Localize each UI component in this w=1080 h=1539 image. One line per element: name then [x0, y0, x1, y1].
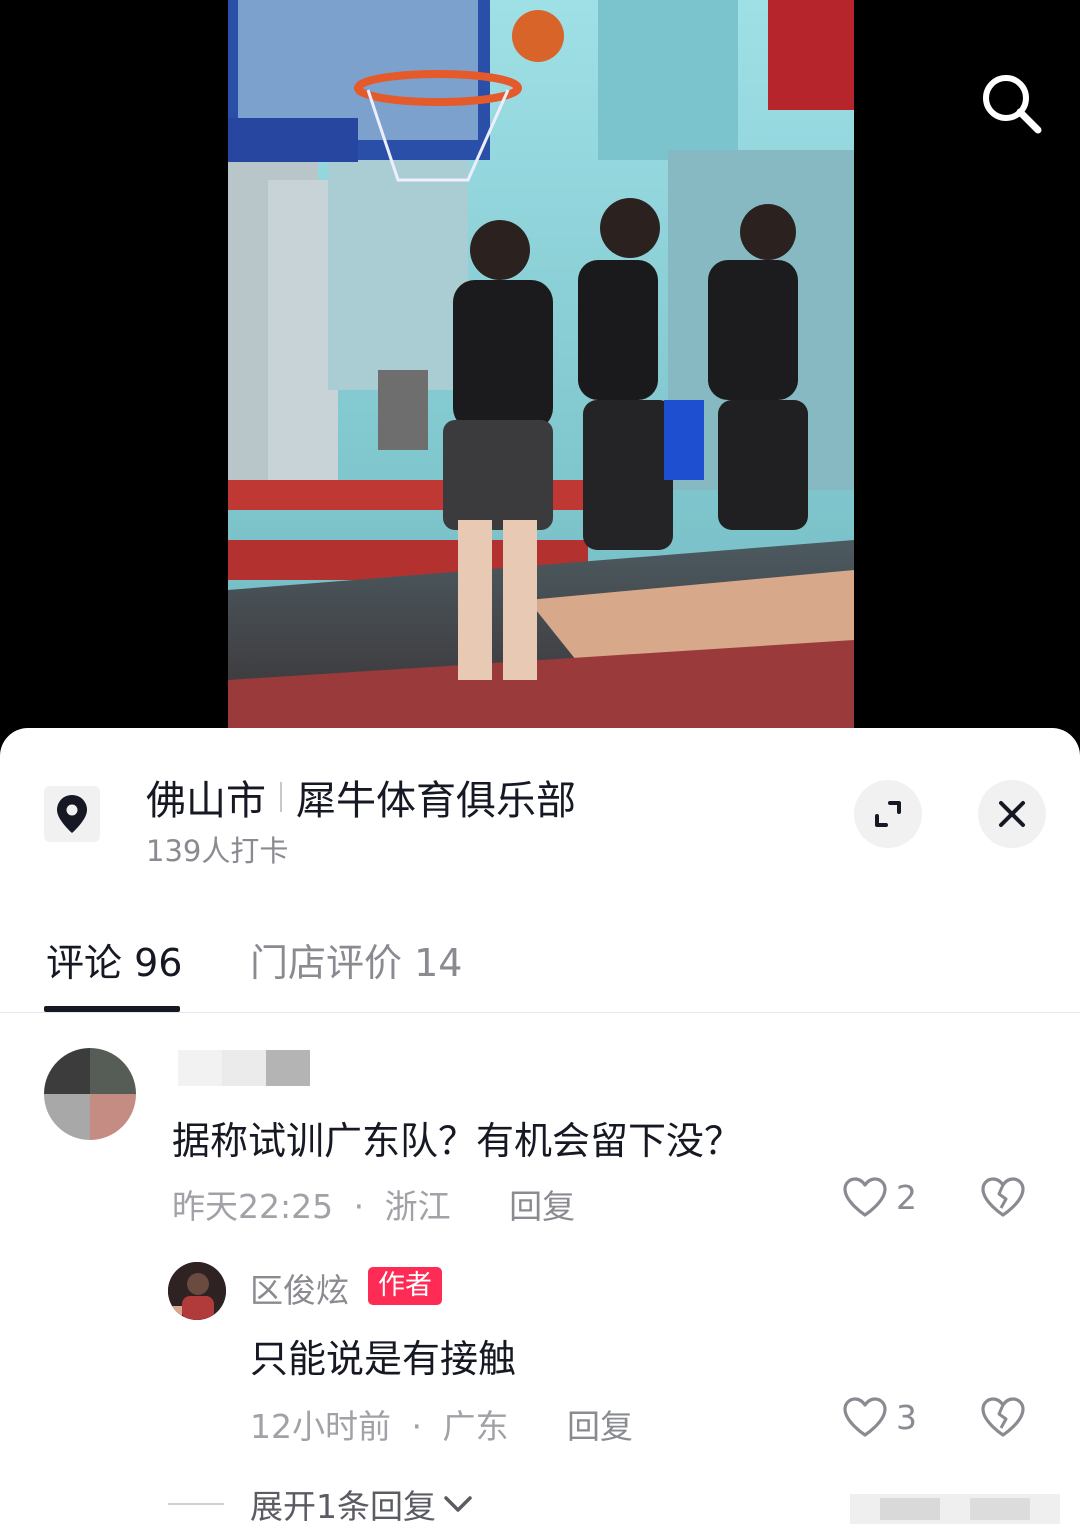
like-button[interactable]: 3 — [842, 1396, 917, 1438]
blurred-username-image — [178, 1050, 310, 1086]
tabs-divider — [0, 1012, 1080, 1013]
expand-icon — [875, 801, 901, 827]
video-frame[interactable] — [228, 0, 854, 728]
expand-line — [168, 1503, 224, 1505]
avatar-pixel — [90, 1048, 136, 1094]
watermark-blur — [850, 1488, 1060, 1528]
broken-heart-icon — [981, 1177, 1025, 1217]
avatar-pixel — [44, 1094, 90, 1140]
meta-dot: · — [411, 1407, 423, 1446]
author-avatar[interactable] — [168, 1262, 226, 1320]
tab-comments[interactable]: 评论 96 — [46, 932, 182, 987]
close-sheet-button[interactable] — [978, 780, 1046, 848]
location-checkins: 139人打卡 — [146, 834, 289, 868]
location-pin-icon — [57, 795, 87, 833]
author-badge: 作者 — [368, 1267, 442, 1305]
video-player[interactable] — [0, 0, 1080, 760]
comment-region: 浙江 — [384, 1187, 451, 1226]
dislike-button[interactable] — [980, 1396, 1026, 1442]
reply-text: 只能说是有接触 — [250, 1337, 517, 1381]
search-icon — [983, 75, 1042, 134]
like-count: 3 — [896, 1397, 917, 1437]
search-button[interactable] — [978, 70, 1044, 136]
meta-dot: · — [353, 1187, 365, 1226]
dislike-button[interactable] — [980, 1176, 1026, 1222]
author-avatar-image — [168, 1262, 226, 1320]
chevron-down-icon — [444, 1496, 472, 1512]
like-button[interactable]: 2 — [842, 1176, 917, 1218]
heart-icon — [843, 1177, 887, 1217]
reply-button[interactable]: 回复 — [567, 1407, 633, 1446]
comment-tabs: 评论 96 门店评价 14 — [0, 928, 1080, 1012]
like-count: 2 — [896, 1177, 917, 1217]
broken-heart-icon — [981, 1397, 1025, 1437]
comment-text: 据称试训广东队？有机会留下没？ — [172, 1119, 743, 1163]
watermark-image — [850, 1494, 1060, 1524]
comment-time: 昨天22:25 — [172, 1187, 334, 1226]
basketball-scene-image — [228, 0, 854, 728]
location-city: 佛山市 — [146, 778, 266, 824]
reply-author-name[interactable]: 区俊炫 — [250, 1264, 349, 1312]
avatar-pixel — [44, 1048, 90, 1094]
location-separator — [280, 782, 282, 812]
expand-sheet-button[interactable] — [854, 780, 922, 848]
comment-sheet: 佛山市 犀牛体育俱乐部 139人打卡 评论 96 门店评价 14 据称试训广东队… — [0, 728, 1080, 1539]
avatar[interactable] — [44, 1048, 136, 1140]
close-icon — [999, 801, 1025, 827]
expand-replies-label: 展开1条回复 — [250, 1487, 436, 1526]
reply-region: 广东 — [442, 1407, 509, 1446]
reply-time: 12小时前 — [250, 1407, 391, 1446]
comment-meta: 昨天22:25 · 浙江 回复 — [172, 1180, 575, 1228]
heart-icon — [843, 1397, 887, 1437]
reply-meta: 12小时前 · 广东 回复 — [250, 1400, 633, 1448]
tab-store-reviews[interactable]: 门店评价 14 — [250, 932, 462, 987]
location-title[interactable]: 佛山市 犀牛体育俱乐部 — [146, 768, 576, 826]
avatar-pixel — [90, 1094, 136, 1140]
location-icon-box — [44, 786, 100, 842]
reply-button[interactable]: 回复 — [509, 1187, 575, 1226]
expand-replies-button[interactable]: 展开1条回复 — [168, 1480, 474, 1528]
username-blurred[interactable] — [178, 1050, 310, 1086]
location-place: 犀牛体育俱乐部 — [296, 778, 576, 824]
